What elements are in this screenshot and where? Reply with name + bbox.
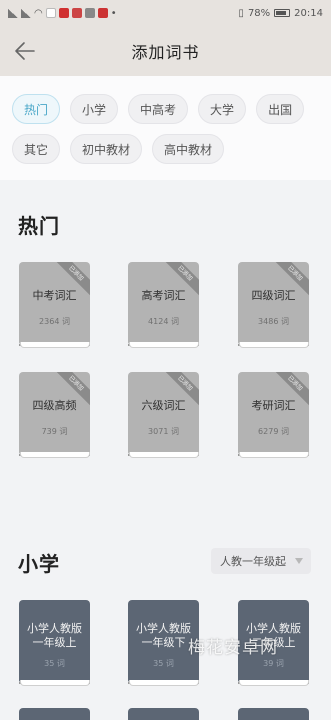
word-count: 3486 词 bbox=[258, 317, 289, 326]
word-count: 35 词 bbox=[44, 659, 65, 668]
signal-icon bbox=[8, 8, 18, 18]
book-name: 中考词汇 bbox=[32, 289, 77, 302]
word-count: 6279 词 bbox=[258, 427, 289, 436]
status-icons-right: ▯ 78% 20:14 bbox=[238, 8, 323, 19]
book-cover: 已添加 高考词汇 4124 词 bbox=[128, 262, 199, 344]
book-cover: 小学人教版 一年级上 35 词 bbox=[19, 600, 90, 682]
chip-exam[interactable]: 中高考 bbox=[128, 94, 189, 124]
book-name: 六级词汇 bbox=[141, 399, 186, 412]
battery-percent: 78% bbox=[247, 7, 271, 19]
book-name: 高考词汇 bbox=[141, 289, 186, 302]
word-count: 4124 词 bbox=[148, 317, 179, 326]
watermark: 梅花安卓网 bbox=[188, 638, 278, 658]
book-card[interactable]: 已添加 四级高频 739 词 bbox=[19, 372, 92, 460]
chevron-down-icon bbox=[295, 558, 303, 564]
signal-icon-2 bbox=[21, 8, 31, 18]
book-name: 考研词汇 bbox=[251, 399, 296, 412]
notification-icon bbox=[45, 8, 56, 18]
book-cover: 已添加 中考词汇 2364 词 bbox=[19, 262, 90, 344]
book-name: 四级词汇 bbox=[251, 289, 296, 302]
book-name-line2: 一年级下 bbox=[141, 636, 186, 649]
chip-senior-textbook[interactable]: 高中教材 bbox=[152, 134, 225, 164]
book-cover: 已添加 四级词汇 3486 词 bbox=[238, 262, 309, 344]
section-title-primary: 小学 bbox=[18, 552, 60, 576]
section-title-hot: 热门 bbox=[18, 214, 60, 238]
chip-university[interactable]: 大学 bbox=[198, 94, 247, 124]
status-icons-left: ◠ • bbox=[8, 8, 238, 19]
book-card[interactable]: 已添加 考研词汇 6279 词 bbox=[238, 372, 311, 460]
book-card[interactable]: 已添加 高考词汇 4124 词 bbox=[128, 262, 201, 350]
book-name: 四级高频 bbox=[32, 399, 77, 412]
chip-hot[interactable]: 热门 bbox=[12, 94, 61, 124]
clock: 20:14 bbox=[294, 7, 323, 19]
app-notification-icon-3 bbox=[84, 8, 95, 18]
book-cover: 已添加 四级高频 739 词 bbox=[19, 372, 90, 454]
word-count: 39 词 bbox=[263, 659, 284, 668]
book-cover: 已添加 六级词汇 3071 词 bbox=[128, 372, 199, 454]
word-count: 3071 词 bbox=[148, 427, 179, 436]
book-name-line2: 一年级上 bbox=[32, 636, 77, 649]
app-header: 添加词书 bbox=[0, 26, 331, 76]
grade-dropdown-value: 人教一年级起 bbox=[220, 555, 286, 568]
app-notification-icon bbox=[58, 8, 69, 18]
page-title: 添加词书 bbox=[131, 43, 200, 62]
book-card[interactable]: 已添加 中考词汇 2364 词 bbox=[19, 262, 92, 350]
more-notifications-icon: • bbox=[110, 7, 117, 19]
app-notification-icon-2 bbox=[71, 8, 82, 18]
book-card[interactable]: 已添加 六级词汇 3071 词 bbox=[128, 372, 201, 460]
chip-abroad[interactable]: 出国 bbox=[256, 94, 305, 124]
word-count: 739 词 bbox=[41, 427, 68, 436]
book-name: 小学人教版 一年级上 bbox=[19, 622, 90, 650]
chip-other[interactable]: 其它 bbox=[12, 134, 61, 164]
book-card-partial[interactable] bbox=[19, 708, 90, 720]
wifi-icon: ◠ bbox=[34, 7, 43, 19]
battery-icon bbox=[274, 9, 291, 17]
back-arrow-icon[interactable] bbox=[12, 38, 38, 64]
book-card[interactable]: 小学人教版 一年级上 35 词 bbox=[19, 600, 92, 688]
chip-primary[interactable]: 小学 bbox=[70, 94, 119, 124]
book-name-line1: 小学人教版 bbox=[136, 622, 191, 635]
status-bar: ◠ • ▯ 78% 20:14 bbox=[0, 0, 331, 26]
chip-junior-textbook[interactable]: 初中教材 bbox=[70, 134, 143, 164]
book-name-line1: 小学人教版 bbox=[27, 622, 82, 635]
book-card-partial[interactable] bbox=[238, 708, 309, 720]
category-filter: 热门 小学 中高考 大学 出国 其它 初中教材 高中教材 bbox=[0, 76, 331, 180]
vibrate-icon: ▯ bbox=[238, 7, 244, 19]
book-card[interactable]: 已添加 四级词汇 3486 词 bbox=[238, 262, 311, 350]
app-notification-icon-4 bbox=[97, 8, 108, 18]
book-card-partial[interactable] bbox=[128, 708, 199, 720]
book-cover: 已添加 考研词汇 6279 词 bbox=[238, 372, 309, 454]
word-count: 2364 词 bbox=[39, 317, 70, 326]
grade-dropdown[interactable]: 人教一年级起 bbox=[211, 548, 311, 574]
word-count: 35 词 bbox=[153, 659, 174, 668]
